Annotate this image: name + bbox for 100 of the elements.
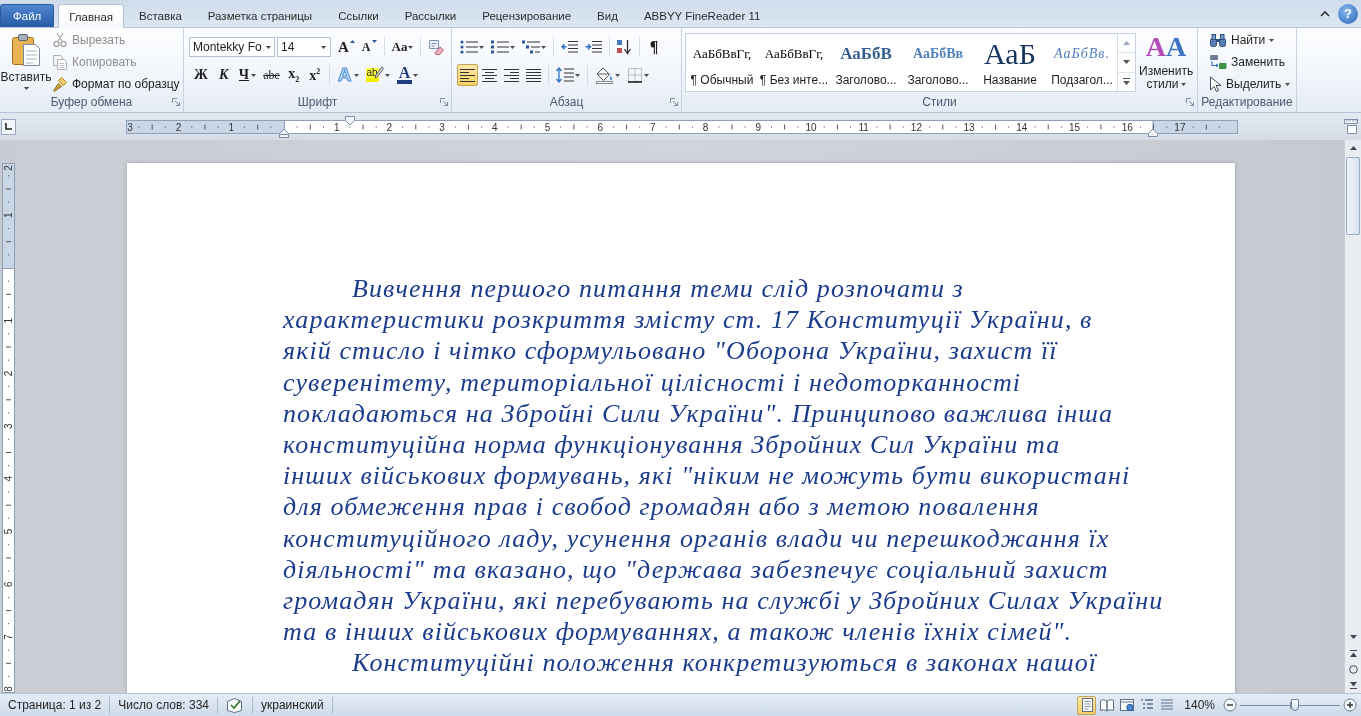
superscript-button[interactable]: x$^{2}$ xyxy=(304,64,325,86)
dialog-launcher-icon[interactable] xyxy=(440,97,448,106)
web-page-icon xyxy=(1118,697,1135,713)
multilevel-list-icon xyxy=(522,40,540,54)
shrink-font-button[interactable]: A xyxy=(358,36,380,58)
style-item[interactable]: АаБбВвГг, ¶ Обычный xyxy=(686,34,758,91)
tab-stop-icon xyxy=(5,123,12,130)
font-name-field[interactable]: Montekky Fo xyxy=(189,37,275,57)
italic-button[interactable]: К xyxy=(213,64,234,86)
triangle-up-icon xyxy=(1123,41,1130,46)
binoculars-icon xyxy=(1209,33,1227,47)
ribbon-tab[interactable]: Рецензирование xyxy=(471,4,583,27)
style-item[interactable]: АаБбВвГг, ¶ Без инте... xyxy=(758,34,830,91)
group-label: Стили xyxy=(922,94,957,109)
style-item[interactable]: АаБбВв. Подзагол... xyxy=(1046,34,1118,91)
right-indent-marker[interactable] xyxy=(1148,128,1158,137)
ruler-number: 2 xyxy=(386,121,393,132)
print-layout-button[interactable] xyxy=(1077,695,1097,715)
replace-button[interactable]: Заменить xyxy=(1206,51,1294,73)
style-item[interactable]: АаБбВ Заголово... xyxy=(830,34,902,91)
ruler-number: 6 xyxy=(597,121,603,132)
ruler-number: 5 xyxy=(544,121,551,132)
align-center-icon xyxy=(482,68,497,82)
ruler-number: 2 xyxy=(175,121,182,132)
highlight-button[interactable]: ab xyxy=(362,64,393,86)
show-marks-button[interactable]: ¶ xyxy=(644,36,664,58)
ribbon-tab[interactable]: Главная xyxy=(58,4,125,28)
status-text: Страница: 1 из 2 xyxy=(8,698,102,712)
ruler-number: 5 xyxy=(3,528,14,535)
slider-thumb[interactable] xyxy=(1291,699,1299,711)
zoom-out-icon[interactable] xyxy=(1223,698,1237,712)
font-size-field[interactable]: 14 xyxy=(277,37,331,57)
zoom-in-icon[interactable] xyxy=(1343,698,1357,712)
align-left-icon xyxy=(460,68,475,82)
change-styles-button[interactable]: AA Изменить стили xyxy=(1138,28,1195,92)
ruler-toggle-icon[interactable] xyxy=(1344,119,1358,134)
circle-icon xyxy=(1348,664,1358,674)
copy-pages-icon xyxy=(52,54,68,70)
font-color-button[interactable]: A xyxy=(393,64,422,86)
first-line-indent-marker[interactable] xyxy=(345,115,355,125)
zoom-percent-button[interactable]: 140% xyxy=(1176,695,1223,715)
ruler-number: 3 xyxy=(3,423,14,429)
chevron-up-icon[interactable] xyxy=(1320,10,1330,17)
style-preview: АаБбВв xyxy=(912,45,964,63)
ruler-number: 4 xyxy=(492,121,498,132)
bullet-list-icon xyxy=(460,40,478,54)
file-tab[interactable]: Файл xyxy=(0,4,55,27)
text-swap-icon xyxy=(1209,54,1227,70)
triangle-down-icon xyxy=(1349,635,1357,639)
ribbon-tab[interactable]: Разметка страницы xyxy=(196,4,324,27)
bar-triangle-down-icon xyxy=(1349,681,1357,689)
tab-stop-selector[interactable] xyxy=(1,118,16,135)
style-item[interactable]: АаБбВв Заголово... xyxy=(902,34,974,91)
ruler-number: 8 xyxy=(3,686,14,692)
ribbon-tab[interactable]: ABBYY FineReader 11 xyxy=(632,4,772,27)
ruler-number: 6 xyxy=(3,581,14,587)
subscript-button[interactable]: x$_{2}$ xyxy=(283,64,304,86)
status-text: Число слов: 334 xyxy=(118,698,209,712)
pointer-icon xyxy=(1209,75,1222,93)
dialog-launcher-icon[interactable] xyxy=(1186,97,1194,106)
align-left-button[interactable] xyxy=(457,64,478,86)
open-book-icon xyxy=(1098,697,1115,713)
group-label: Буфер обмена xyxy=(50,94,133,109)
style-preview: АаБбВвГг, xyxy=(692,45,752,63)
align-right-icon xyxy=(504,68,519,82)
triangle-up-icon xyxy=(349,40,355,43)
triangle-down-icon xyxy=(371,40,377,43)
dialog-launcher-icon[interactable] xyxy=(670,97,678,106)
ruler-number: 16 xyxy=(1121,121,1133,132)
triangle-up-icon xyxy=(1349,146,1357,150)
ribbon-tab[interactable]: Рассылки xyxy=(393,4,468,27)
caret-icon xyxy=(23,87,29,90)
ruler-number: 11 xyxy=(858,121,869,132)
ribbon-tab[interactable]: Вид xyxy=(586,4,629,27)
grow-font-button[interactable]: A xyxy=(335,36,358,58)
draft-lines-icon xyxy=(1158,697,1175,713)
change-case-button[interactable]: Aa xyxy=(388,36,417,58)
find-button[interactable]: Найти xyxy=(1206,29,1294,51)
ruler-number: 2 xyxy=(3,370,14,377)
paste-button[interactable]: Вставить xyxy=(3,28,49,92)
ribbon-tab[interactable]: Ссылки xyxy=(327,4,390,27)
select-button[interactable]: Выделить xyxy=(1206,73,1294,95)
dialog-launcher-icon[interactable] xyxy=(172,97,180,106)
ruler-number: 3 xyxy=(439,121,445,132)
strikethrough-button[interactable]: abe xyxy=(260,64,283,86)
underline-button[interactable]: Ч xyxy=(234,64,260,86)
group-label: Шрифт xyxy=(297,94,338,109)
ruler-number: 1 xyxy=(3,317,14,324)
ruler-number: 4 xyxy=(3,476,14,482)
scrollbar-thumb[interactable] xyxy=(1346,157,1360,235)
left-indent-marker[interactable] xyxy=(279,128,289,138)
caret-icon xyxy=(1180,83,1186,87)
ruler-number: 17 xyxy=(1174,121,1186,132)
numbered-list-icon xyxy=(491,40,509,54)
style-item[interactable]: АаБ Название xyxy=(974,34,1046,91)
caret-icon xyxy=(265,45,271,49)
bold-button[interactable]: Ж xyxy=(189,64,213,86)
proofing-book-icon[interactable] xyxy=(226,697,244,713)
ribbon-tab[interactable]: Вставка xyxy=(128,4,193,27)
scissors-icon xyxy=(52,32,68,48)
